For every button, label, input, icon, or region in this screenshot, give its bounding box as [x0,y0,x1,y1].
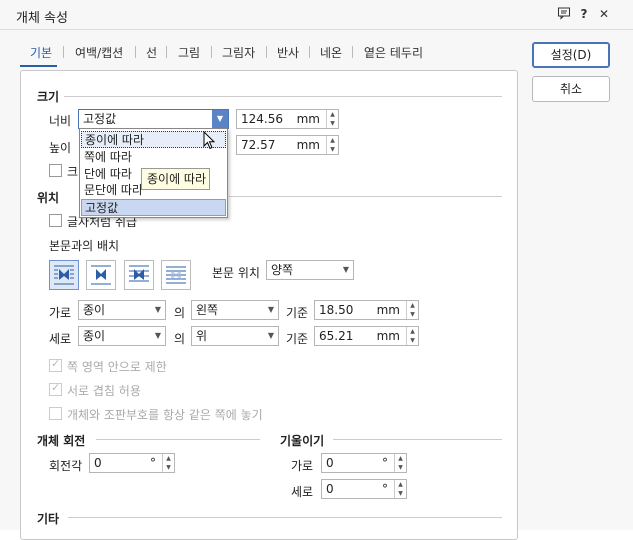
keep-ratio-checkbox[interactable] [49,164,62,177]
chat-icon[interactable] [556,6,572,22]
same-page-label: 개체와 조판부호를 항상 같은 쪽에 놓기 [67,408,263,422]
tab-picture[interactable]: 그림 [178,44,200,61]
horizontal-offset-spinner[interactable]: ▲ ▼ [406,301,418,319]
wrap-tight-icon [91,265,111,285]
vertical-offset-spinner[interactable]: ▲ ▼ [406,327,418,345]
title-bar: 개체 속성 ? ✕ [0,0,633,30]
ok-button[interactable]: 설정(D) [532,42,610,68]
width-label: 너비 [49,114,72,128]
of-label-2: 의 [174,332,186,346]
wrap-behind-button[interactable] [124,260,154,290]
vertical-base-label: 기준 [286,332,309,346]
horizontal-offset-input[interactable]: 18.50 mm ▲ ▼ [314,300,419,320]
limit-page-label: 쪽 영역 안으로 제한 [67,360,167,374]
rotation-spinner[interactable]: ▲ ▼ [162,454,174,472]
tab-reflection[interactable]: 반사 [277,44,299,61]
height-input[interactable]: 72.57 mm ▲ ▼ [236,135,339,155]
skew-horizontal-spinner[interactable]: ▲ ▼ [394,454,406,472]
of-label: 의 [174,306,186,320]
height-spinner[interactable]: ▲ ▼ [326,136,338,154]
wrap-square-icon [54,265,74,285]
keep-ratio-label: 크 [67,165,79,179]
rotation-section-title: 개체 회전 [37,434,86,448]
cancel-button[interactable]: 취소 [532,76,610,102]
position-section-title: 위치 [37,191,60,205]
wrap-front-icon [166,266,186,284]
vertical-label: 세로 [49,332,72,346]
dropdown-item-fixed[interactable]: 고정값 [81,199,226,216]
help-icon[interactable]: ? [576,6,592,22]
active-tab-indicator [20,65,57,67]
tab-margin-caption[interactable]: 여백/캡션 [75,44,123,61]
skew-horizontal-label: 가로 [291,459,314,473]
rotation-angle-label: 회전각 [49,459,83,473]
vertical-ref-combo[interactable]: 종이 ▼ [78,326,166,346]
wrap-square-button[interactable] [49,260,79,290]
chevron-down-icon: ▼ [342,265,349,274]
tab-soft-edge[interactable]: 옅은 테두리 [364,44,423,61]
wrap-tight-button[interactable] [86,260,116,290]
horizontal-ref-combo[interactable]: 종이 ▼ [78,300,166,320]
tab-neon[interactable]: 네온 [320,44,342,61]
treat-as-char-checkbox[interactable] [49,214,62,227]
skew-vertical-spinner[interactable]: ▲ ▼ [394,480,406,498]
misc-section-title: 기타 [37,512,60,526]
chevron-down-icon: ▼ [154,331,161,340]
allow-overlap-checkbox[interactable] [49,381,62,396]
width-spinner[interactable]: ▲ ▼ [326,110,338,128]
width-mode-combo[interactable]: 고정값 ▼ [78,109,229,129]
chevron-down-icon: ▼ [154,305,161,314]
tab-line[interactable]: 선 [146,44,157,61]
same-page-checkbox[interactable] [49,407,62,420]
close-icon[interactable]: ✕ [596,6,612,22]
text-position-label: 본문 위치 [212,266,260,280]
skew-section-title: 기울이기 [280,434,325,448]
wrap-behind-icon [129,265,149,282]
vertical-offset-input[interactable]: 65.21 mm ▲ ▼ [314,326,419,346]
horizontal-label: 가로 [49,306,72,320]
dropdown-item-page[interactable]: 쪽에 따라 [81,149,226,166]
mouse-cursor-icon [203,131,216,150]
dialog-title: 개체 속성 [16,11,68,26]
tab-shadow[interactable]: 그림자 [222,44,255,61]
wrap-front-button[interactable] [161,260,191,290]
size-section-title: 크기 [37,90,60,104]
wrap-label: 본문과의 배치 [49,239,120,253]
vertical-align-combo[interactable]: 위 ▼ [191,326,279,346]
tooltip: 종이에 따라 [141,168,210,190]
chevron-down-icon: ▼ [267,331,274,340]
horizontal-base-label: 기준 [286,306,309,320]
text-position-combo[interactable]: 양쪽 ▼ [266,260,354,280]
width-input[interactable]: 124.56 mm ▲ ▼ [236,109,339,129]
tab-basic[interactable]: 기본 [30,44,52,61]
chevron-down-icon: ▼ [267,305,274,314]
allow-overlap-label: 서로 겹침 허용 [67,384,141,398]
height-label: 높이 [49,141,72,155]
skew-vertical-input[interactable]: 0 ° ▲ ▼ [321,479,407,499]
skew-vertical-label: 세로 [291,485,314,499]
rotation-angle-input[interactable]: 0 ° ▲ ▼ [89,453,175,473]
object-properties-dialog: 개체 속성 ? ✕ 기본 여백/캡션 선 그림 그림자 반사 네온 옅은 테두리… [0,0,633,540]
chevron-down-icon[interactable]: ▼ [212,110,228,128]
horizontal-align-combo[interactable]: 왼쪽 ▼ [191,300,279,320]
skew-horizontal-input[interactable]: 0 ° ▲ ▼ [321,453,407,473]
limit-page-checkbox[interactable] [49,357,62,372]
